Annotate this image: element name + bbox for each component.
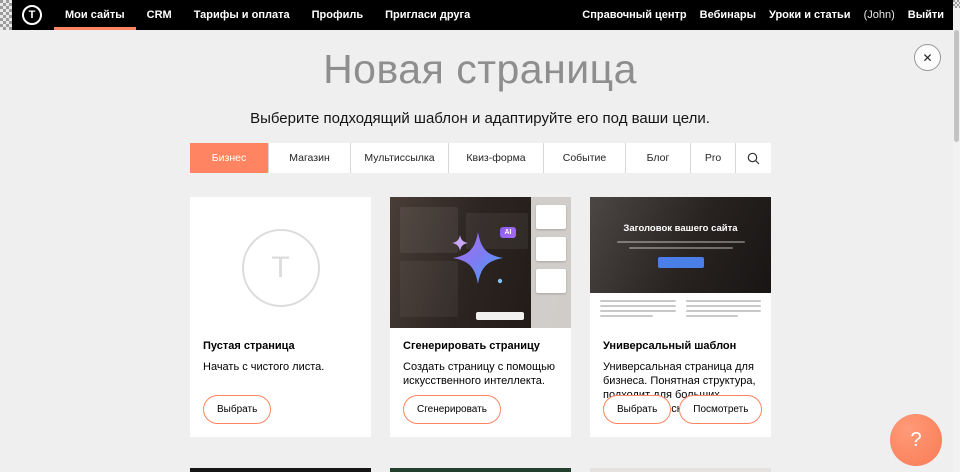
view-universal-button[interactable]: Посмотреть	[679, 395, 762, 424]
preview-hero: Заголовок вашего сайта	[590, 197, 771, 293]
template-card-blank: T Пустая страница Начать с чистого листа…	[190, 197, 371, 437]
nav-help-center[interactable]: Справочный центр	[582, 9, 686, 21]
nav-invite-friend[interactable]: Пригласи друга	[374, 0, 481, 30]
nav-my-sites[interactable]: Мои сайты	[54, 0, 136, 30]
template-card-ai-generate: AI Сгенерировать страницу Создать страни…	[390, 197, 571, 437]
tab-event[interactable]: Событие	[543, 143, 625, 173]
nav-webinars[interactable]: Вебинары	[700, 9, 756, 21]
question-mark-icon: ?	[910, 429, 921, 452]
tab-blog[interactable]: Блог	[625, 143, 690, 173]
preview-text-line	[686, 300, 762, 302]
card-buttons: Сгенерировать	[403, 395, 501, 424]
universal-template-preview[interactable]: Заголовок вашего сайта	[590, 197, 771, 328]
card-description: Начать с чистого листа.	[203, 360, 358, 374]
preview-text-line	[617, 241, 745, 243]
page-title: Новая страница	[0, 46, 960, 93]
card-body: Пустая страница Начать с чистого листа.	[190, 328, 371, 374]
close-button[interactable]: ✕	[914, 44, 941, 71]
preview-thumbnail	[536, 237, 566, 261]
ai-template-preview[interactable]: AI	[390, 197, 571, 328]
tilda-watermark-glyph: T	[271, 251, 289, 285]
nav-crm[interactable]: CRM	[136, 0, 183, 30]
tab-shop[interactable]: Магазин	[268, 143, 350, 173]
ai-badge: AI	[500, 227, 516, 238]
preview-text-line	[600, 310, 676, 312]
ai-sparkle-icon	[450, 229, 510, 291]
preview-text-line	[686, 305, 762, 307]
scrollbar-thumb[interactable]	[954, 30, 959, 142]
tilda-logo[interactable]: T	[22, 5, 42, 25]
preview-thumbnail	[536, 205, 566, 229]
card-buttons: Выбрать	[203, 395, 271, 424]
preview-hero-button	[658, 257, 704, 268]
tab-pro[interactable]: Pro	[690, 143, 735, 173]
user-name: (John)	[864, 9, 895, 21]
tab-business[interactable]: Бизнес	[190, 143, 268, 173]
card-title: Универсальный шаблон	[603, 340, 758, 352]
blank-template-preview[interactable]: T	[190, 197, 371, 328]
scrollbar[interactable]	[953, 0, 960, 472]
secondary-nav: Справочный центр Вебинары Уроки и статьи…	[582, 9, 944, 21]
nav-tariffs[interactable]: Тарифы и оплата	[183, 0, 301, 30]
main-nav: Мои сайты CRM Тарифы и оплата Профиль Пр…	[54, 0, 481, 30]
preview-text-column	[686, 300, 762, 328]
help-button[interactable]: ?	[890, 414, 942, 466]
preview-bar	[476, 312, 524, 320]
tab-search[interactable]	[735, 143, 771, 173]
template-card-partial[interactable]	[190, 468, 371, 472]
card-title: Пустая страница	[203, 340, 358, 352]
close-icon: ✕	[922, 51, 932, 65]
preview-hero-title: Заголовок вашего сайта	[623, 223, 737, 234]
nav-lessons[interactable]: Уроки и статьи	[769, 9, 851, 21]
template-card-universal: Заголовок вашего сайта	[590, 197, 771, 437]
card-buttons: Выбрать Посмотреть	[603, 395, 762, 424]
template-card-partial[interactable]	[390, 468, 571, 472]
choose-universal-button[interactable]: Выбрать	[603, 395, 671, 424]
tilda-watermark-icon: T	[242, 229, 320, 307]
tab-multilink[interactable]: Мультиссылка	[350, 143, 448, 173]
preview-text-column	[600, 300, 676, 328]
card-body: Сгенерировать страницу Создать страницу …	[390, 328, 571, 388]
tilda-logo-glyph: T	[29, 9, 36, 21]
preview-text-line	[600, 305, 676, 307]
template-card-partial[interactable]	[590, 468, 771, 472]
checker-pattern	[0, 0, 12, 30]
card-title: Сгенерировать страницу	[403, 340, 558, 352]
preview-text-line	[686, 315, 739, 317]
nav-profile[interactable]: Профиль	[301, 0, 374, 30]
search-icon	[747, 152, 760, 165]
preview-text-line	[686, 310, 762, 312]
preview-text-line	[600, 315, 653, 317]
generate-button[interactable]: Сгенерировать	[403, 395, 501, 424]
preview-text-line	[629, 247, 733, 249]
preview-text-line	[600, 300, 676, 302]
page-subtitle: Выберите подходящий шаблон и адаптируйте…	[0, 110, 960, 127]
checker-pattern	[953, 0, 960, 8]
topbar: T Мои сайты CRM Тарифы и оплата Профиль …	[0, 0, 960, 30]
card-description: Создать страницу с помощью искусственног…	[403, 360, 558, 388]
preview-body-text	[590, 293, 771, 328]
tab-quiz-form[interactable]: Квиз-форма	[448, 143, 543, 173]
template-category-tabs: Бизнес Магазин Мультиссылка Квиз-форма С…	[190, 143, 771, 173]
logout-link[interactable]: Выйти	[908, 9, 944, 21]
preview-thumbnail	[536, 269, 566, 293]
template-cards-row: T Пустая страница Начать с чистого листа…	[190, 197, 771, 437]
next-template-row-partial	[190, 468, 771, 472]
choose-blank-button[interactable]: Выбрать	[203, 395, 271, 424]
